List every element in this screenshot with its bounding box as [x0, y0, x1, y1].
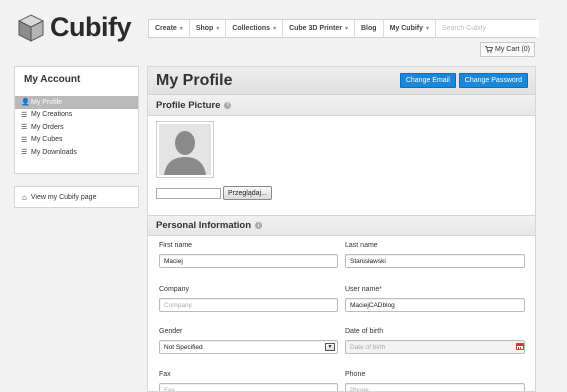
username-label: User name*: [345, 286, 382, 293]
chevron-down-icon: ▾: [216, 26, 220, 32]
nav-label: My Cubify: [389, 25, 424, 32]
company-field[interactable]: Company: [159, 298, 338, 312]
account-sidebar: My Account 👤 My Profile ☰ My Creations ☰…: [14, 66, 139, 174]
nav-collections[interactable]: Collections ▾: [226, 20, 284, 37]
required-marker: *: [379, 286, 382, 293]
sidebar-item-label: My Downloads: [31, 148, 77, 156]
default-avatar-icon: [159, 124, 211, 175]
chevron-down-icon: ▼: [325, 343, 335, 351]
gender-select[interactable]: Not Specified ▼: [159, 340, 338, 354]
info-icon[interactable]: i: [255, 222, 263, 229]
chevron-down-icon: ▾: [273, 26, 277, 32]
sidebar-item-my-downloads[interactable]: ☰ My Downloads: [15, 146, 138, 159]
phone-label: Phone: [345, 371, 366, 378]
file-path-field[interactable]: [156, 188, 221, 199]
page-title: My Profile: [156, 71, 233, 89]
profile-panel: My Profile Change Email Change Password …: [147, 66, 536, 392]
nav-blog[interactable]: Blog: [355, 20, 384, 37]
browse-button[interactable]: Przeglądaj...: [223, 186, 272, 200]
nav-label: Collections: [232, 25, 271, 32]
dob-field[interactable]: Date of birth: [345, 340, 525, 354]
nav-label: Cube 3D Printer: [289, 25, 342, 32]
cart-icon: [485, 46, 493, 53]
fax-label: Fax: [159, 371, 171, 378]
nav-create[interactable]: Create ▾: [149, 20, 190, 37]
search-input[interactable]: [436, 20, 540, 37]
calendar-icon[interactable]: [516, 343, 524, 350]
gender-label: Gender: [159, 328, 183, 335]
change-email-button[interactable]: Change Email: [399, 73, 456, 88]
last-name-field[interactable]: Stanisławski: [345, 254, 525, 268]
sidebar-item-label: My Cubes: [31, 136, 63, 144]
list-icon: ☰: [21, 111, 28, 119]
sidebar-item-label: My Creations: [31, 111, 73, 119]
nav-cube-3d-printer[interactable]: Cube 3D Printer ▾: [283, 20, 355, 37]
section-title: Profile Picture: [156, 99, 221, 111]
sidebar-item-label: My Profile: [31, 98, 63, 106]
chevron-down-icon: ▾: [426, 26, 430, 32]
personal-information-form: First name Maciej Last name Stanisławski…: [148, 236, 535, 391]
top-navigation: Create ▾ Shop ▾ Collections ▾ Cube 3D Pr…: [148, 19, 540, 38]
cubify-logo[interactable]: Cubify: [16, 12, 132, 43]
phone-field[interactable]: Phone: [345, 383, 525, 391]
gender-value: Not Specified: [164, 343, 203, 351]
cart-label: My Cart (0): [495, 46, 530, 53]
page-header: My Profile Change Email Change Password: [148, 67, 535, 95]
fax-field[interactable]: Fax: [159, 383, 338, 391]
last-name-label: Last name: [345, 242, 378, 249]
cube-logo-icon: [17, 13, 45, 42]
brand-name: Cubify: [50, 12, 132, 42]
info-icon[interactable]: i: [224, 101, 232, 109]
view-cubify-page-link[interactable]: ⌂ View my Cubify page: [14, 186, 139, 208]
list-icon: ☰: [21, 136, 28, 144]
sidebar-item-label: My Orders: [31, 123, 64, 131]
avatar: [156, 121, 214, 178]
chevron-down-icon: ▾: [179, 26, 183, 32]
chevron-down-icon: ▾: [344, 26, 348, 32]
first-name-field[interactable]: Maciej: [159, 254, 338, 268]
sidebar-item-my-creations[interactable]: ☰ My Creations: [15, 109, 138, 122]
profile-picture-header: Profile Picture i: [148, 95, 535, 116]
personal-information-header: Personal Information i: [148, 215, 535, 236]
home-icon: ⌂: [22, 192, 27, 202]
company-label: Company: [159, 286, 189, 293]
sidebar-title: My Account: [24, 74, 81, 85]
list-icon: ☰: [21, 124, 28, 132]
nav-label: Shop: [195, 25, 214, 32]
sidebar-item-my-cubes[interactable]: ☰ My Cubes: [15, 134, 138, 147]
first-name-label: First name: [159, 242, 193, 249]
link-label: View my Cubify page: [30, 193, 97, 201]
username-label-text: User name: [345, 286, 380, 293]
nav-label: Blog: [361, 25, 377, 32]
sidebar-item-my-orders[interactable]: ☰ My Orders: [15, 121, 138, 134]
change-password-button[interactable]: Change Password: [458, 73, 528, 88]
profile-picture-area: Przeglądaj...: [148, 116, 535, 215]
username-field[interactable]: MaciejCADblog: [345, 298, 525, 312]
sidebar-item-my-profile[interactable]: 👤 My Profile: [15, 96, 138, 109]
section-title: Personal Information: [156, 220, 252, 231]
nav-shop[interactable]: Shop ▾: [190, 20, 227, 37]
dob-label: Date of birth: [345, 328, 384, 335]
nav-label: Create: [155, 25, 177, 32]
list-icon: ☰: [21, 149, 28, 157]
cart-button[interactable]: My Cart (0): [480, 42, 535, 57]
user-icon: 👤: [21, 99, 30, 107]
nav-my-cubify[interactable]: My Cubify ▾: [384, 20, 437, 37]
